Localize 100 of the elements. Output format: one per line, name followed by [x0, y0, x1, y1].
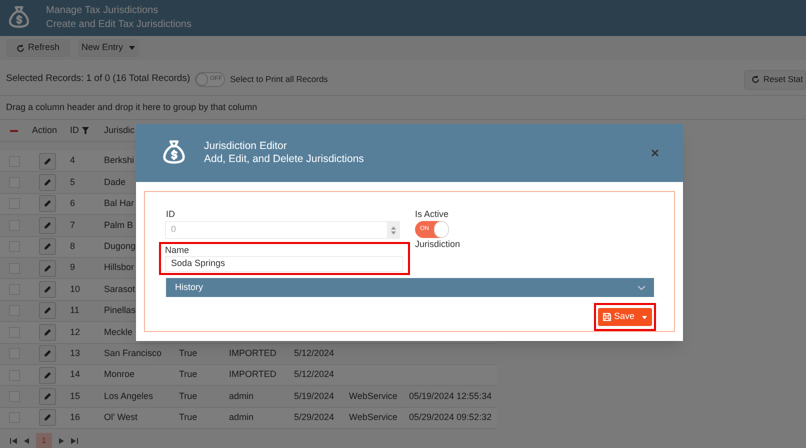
table-cell: Dugong	[104, 241, 136, 251]
table-cell: Bal Har	[104, 198, 134, 208]
edit-button[interactable]	[38, 152, 56, 170]
dialog-subtitle: Add, Edit, and Delete Jurisdictions	[204, 153, 364, 166]
table-cell: Meckle	[104, 326, 133, 337]
dialog-title: Jurisdiction Editor	[204, 140, 288, 153]
pencil-icon	[42, 306, 52, 316]
refresh-icon	[751, 75, 760, 84]
pencil-icon	[42, 178, 52, 188]
table-cell: WebService	[349, 412, 398, 422]
edit-button[interactable]	[38, 366, 56, 384]
table-cell: 9	[70, 262, 76, 272]
table-cell: Dade	[104, 176, 126, 187]
edit-button[interactable]	[38, 345, 56, 362]
edit-button[interactable]	[38, 238, 56, 256]
pencil-icon	[42, 220, 52, 230]
table-cell: Palm B	[104, 220, 134, 230]
table-cell: 5/19/2024	[294, 390, 334, 401]
spinner-icon[interactable]	[387, 222, 399, 238]
caret-icon	[129, 46, 136, 50]
first-page-icon[interactable]	[10, 438, 17, 444]
table-cell: 7	[70, 220, 76, 230]
new-entry-button[interactable]: New Entry	[78, 39, 140, 57]
table-cell: IMPORTED	[229, 348, 276, 358]
history-accordion[interactable]: History	[166, 278, 654, 297]
page-subtitle: Create and Edit Tax Jurisdictions	[46, 18, 192, 32]
table-cell: IMPORTED	[229, 369, 276, 380]
edit-button[interactable]	[38, 260, 56, 277]
filter-icon[interactable]	[82, 126, 89, 134]
prev-page-icon[interactable]	[23, 438, 30, 444]
table-cell: 4	[70, 155, 76, 166]
table-cell: 14	[70, 369, 80, 380]
table-cell: Berkshi	[104, 155, 134, 166]
is-active-caption: Jurisdiction	[415, 238, 460, 251]
name-field[interactable]: Soda Springs	[165, 256, 403, 272]
page-title: Manage Tax Jurisdictions	[46, 4, 160, 18]
page-button[interactable]: 1	[36, 433, 52, 448]
name-value: Soda Springs	[171, 257, 226, 270]
table-cell: admin	[229, 412, 254, 422]
pencil-icon	[42, 349, 52, 358]
table-cell: 15	[70, 390, 80, 401]
reset-state-button[interactable]: Reset Stat	[744, 70, 806, 90]
table-cell: 12	[70, 326, 80, 337]
column-header[interactable]: Jurisdic	[104, 124, 135, 138]
table-cell: 05/19/2024 12:55:34	[409, 390, 492, 401]
close-icon[interactable]	[651, 149, 659, 157]
name-label: Name	[165, 244, 190, 256]
id-spin-field[interactable]: 0	[165, 221, 400, 239]
table-cell: True	[179, 412, 198, 422]
table-cell: 6	[70, 198, 76, 208]
column-header[interactable]: Action	[32, 124, 58, 138]
is-active-label: Is Active	[415, 208, 450, 220]
last-page-icon[interactable]	[71, 438, 78, 444]
chevron-icon	[638, 286, 645, 290]
edit-button[interactable]	[38, 216, 56, 234]
pencil-icon	[42, 328, 52, 337]
pencil-icon	[42, 370, 52, 380]
table-cell: 10	[70, 284, 80, 294]
refresh-button[interactable]: Refresh	[6, 39, 70, 57]
table-cell: 8	[70, 241, 76, 251]
edit-button[interactable]	[38, 324, 56, 341]
pencil-icon	[42, 413, 52, 422]
table-cell: True	[179, 390, 198, 401]
pencil-icon	[42, 392, 52, 401]
table-cell: Pinellas	[104, 305, 136, 316]
id-value: 0	[170, 223, 178, 236]
edit-button[interactable]	[38, 195, 56, 212]
table-cell: 11	[70, 305, 80, 316]
table-cell: Sarasot	[104, 284, 136, 294]
table-cell: San Francisco	[104, 348, 162, 358]
edit-button[interactable]	[38, 174, 56, 192]
caret-icon[interactable]	[642, 316, 647, 318]
table-cell: 13	[70, 348, 80, 358]
id-label: ID	[165, 208, 176, 220]
pencil-icon	[42, 242, 52, 252]
selection-summary: Selected Records: 1 of 0 (16 Total Records)	[6, 72, 190, 86]
table-cell: admin	[229, 390, 254, 401]
table-cell: 16	[70, 412, 80, 422]
table-cell: Los Angeles	[104, 390, 154, 401]
table-cell: 5/12/2024	[294, 369, 334, 380]
group-by-hint: Drag a column header and drop it here to group by that column	[6, 100, 258, 114]
pencil-icon	[42, 199, 52, 208]
pencil-icon	[42, 285, 52, 294]
table-cell: Hillsbor	[104, 262, 134, 272]
edit-button[interactable]	[38, 302, 56, 320]
table-cell: 5/29/2024	[294, 412, 334, 422]
pencil-icon	[42, 264, 52, 273]
table-cell: True	[179, 348, 198, 358]
next-page-icon[interactable]	[58, 438, 65, 444]
edit-button[interactable]	[38, 409, 56, 426]
refresh-icon	[16, 44, 25, 52]
table-cell: True	[179, 369, 198, 380]
edit-button[interactable]	[38, 281, 56, 298]
column-header[interactable]: ID	[70, 124, 79, 138]
table-cell: Ol' West	[104, 412, 138, 422]
table-cell: WebService	[349, 390, 398, 401]
save-button[interactable]: Save	[598, 308, 652, 326]
pencil-icon	[42, 156, 52, 166]
table-cell: Monroe	[104, 369, 135, 380]
edit-button[interactable]	[38, 388, 56, 405]
